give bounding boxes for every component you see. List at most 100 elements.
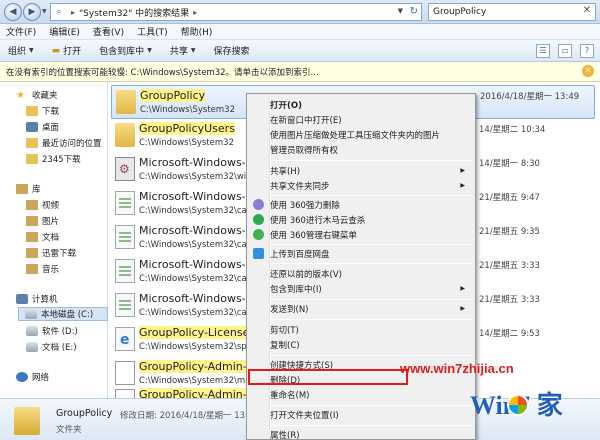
save-search-button[interactable]: 保存搜索 (213, 44, 249, 57)
clear-search-icon[interactable]: ✕ (583, 5, 591, 16)
menu-item-360-manage-menu[interactable]: 使用 360管理右键菜单 (249, 227, 473, 242)
menu-item-open-location[interactable]: 打开文件夹位置(I) (249, 407, 473, 422)
submenu-arrow-icon: ▶ (460, 167, 465, 174)
help-icon[interactable]: ? (580, 44, 594, 58)
open-label: 打开 (63, 47, 82, 57)
menu-edit[interactable]: 编辑(E) (49, 25, 80, 38)
address-bar[interactable]: ⌕ ▸ "System32" 中的搜索结果 ▸ ▼ ↻ (50, 3, 422, 21)
menu-item-share[interactable]: 共享(H) ▶ (249, 163, 473, 178)
nav-network[interactable]: 网络 (16, 370, 49, 384)
folder-icon (116, 90, 136, 114)
nav-pictures[interactable]: 图片 (26, 214, 59, 228)
library-icon (16, 184, 28, 194)
share-label: 共享 (169, 47, 188, 57)
file-path: C:\Windows\System32 (140, 105, 235, 115)
watermark-url: www.win7zhijia.cn (400, 361, 514, 376)
file-date: 14/星期二 9:53 (479, 329, 540, 339)
drive-icon (26, 342, 38, 352)
documents-library-icon (26, 232, 38, 242)
shredder-icon (253, 199, 264, 210)
nav-documents[interactable]: 文档 (26, 230, 59, 244)
share-button[interactable]: 共享 ▼ (170, 44, 196, 57)
view-options-icon[interactable]: ☰ (536, 44, 550, 58)
menu-separator (271, 263, 471, 264)
index-info-bar[interactable]: 在没有索引的位置搜索可能较慢: C:\Windows\System32。请单击以… (0, 62, 600, 82)
breadcrumb-separator-icon[interactable]: ▸ (71, 8, 75, 17)
nav-desktop[interactable]: 桌面 (26, 120, 59, 134)
menu-item-open-new-window[interactable]: 在新窗口中打开(E) (249, 112, 473, 127)
windows-logo-icon (507, 394, 529, 416)
menu-tools[interactable]: 工具(T) (137, 25, 168, 38)
menu-item-baidu-upload[interactable]: 上传到百度网盘 (249, 246, 473, 261)
menu-item-360-trojan-scan[interactable]: 使用 360进行木马云查杀 (249, 212, 473, 227)
menu-view[interactable]: 查看(V) (93, 25, 124, 38)
menu-item-copy[interactable]: 复制(C) (249, 337, 473, 352)
nav-computer[interactable]: 计算机 (16, 292, 58, 306)
breadcrumb-separator-icon[interactable]: ▸ (193, 8, 197, 17)
navigation-pane: ★ 收藏夹 下载 桌面 最近访问的位置 2345下载 库 视频 图片 文档 迅雷下… (0, 82, 108, 398)
context-menu: 打开(O) 在新窗口中打开(E) 使用图片压缩做处理工具压缩文件夹内的图片 管理… (246, 93, 476, 440)
file-path: C:\Windows\System32\catr (139, 206, 254, 216)
menu-item-open[interactable]: 打开(O) (249, 97, 473, 112)
menu-item-rename[interactable]: 重命名(M) (249, 387, 473, 402)
nav-music[interactable]: 音乐 (26, 262, 59, 276)
include-in-library-button[interactable]: 包含到库中 ▼ (99, 44, 152, 57)
command-toolbar: 组织 ▼ ▬ 打开 包含到库中 ▼ 共享 ▼ 保存搜索 ☰ ▭ ? (0, 40, 600, 62)
address-chevron-down-icon[interactable]: ▼ (398, 7, 403, 15)
xml-file-icon (115, 327, 135, 351)
menu-help[interactable]: 帮助(H) (181, 25, 213, 38)
organize-button[interactable]: 组织 ▼ (8, 44, 34, 57)
menu-item-compress-pictures[interactable]: 使用图片压缩做处理工具压缩文件夹内的图片 (249, 127, 473, 142)
cloud-icon (253, 248, 264, 259)
search-input[interactable]: GroupPolicy ✕ (428, 3, 596, 21)
close-icon[interactable]: ✕ (582, 65, 594, 77)
file-name: GroupPolicy-Admin-G (139, 388, 256, 398)
file-path: C:\Windows\System32\win (139, 172, 252, 182)
nav-libraries[interactable]: 库 (16, 182, 41, 196)
video-library-icon (26, 200, 38, 210)
nav-local-disk-c[interactable]: 本地磁盘 (C:) (18, 307, 108, 321)
menu-item-properties[interactable]: 属性(R) (249, 427, 473, 440)
file-path: C:\Windows\System32\catr (139, 274, 254, 284)
computer-icon (16, 294, 28, 304)
preview-pane-icon[interactable]: ▭ (558, 44, 572, 58)
menu-item-restore-previous[interactable]: 还原以前的版本(V) (249, 266, 473, 281)
file-icon (115, 389, 135, 398)
menu-item-share-sync[interactable]: 共享文件夹同步 ▶ (249, 178, 473, 193)
nav-soft-d[interactable]: 软件 (D:) (26, 324, 78, 338)
menu-separator (271, 160, 471, 161)
submenu-arrow-icon: ▶ (460, 285, 465, 292)
forward-button[interactable]: ▶ (23, 3, 41, 21)
file-name: GroupPolicy-Admin-G (139, 360, 256, 373)
file-date: 21/星期五 9:47 (479, 193, 540, 203)
menu-item-take-ownership[interactable]: 管理员取得所有权 (249, 142, 473, 157)
nav-downloads[interactable]: 下载 (26, 104, 59, 118)
chevron-down-icon: ▼ (190, 47, 196, 54)
star-icon: ★ (16, 90, 25, 101)
menu-file[interactable]: 文件(F) (6, 25, 36, 38)
nav-xunlei[interactable]: 迅雷下载 (26, 246, 76, 260)
recent-pages-chevron-down-icon[interactable]: ▼ (42, 8, 47, 15)
file-name: Microsoft-Windows-G (139, 156, 255, 169)
nav-videos[interactable]: 视频 (26, 198, 59, 212)
file-icon (115, 361, 135, 385)
details-modified: 修改日期: 2016/4/18/星期一 13:49 (120, 411, 259, 421)
menu-separator (271, 319, 471, 320)
menu-item-include-library[interactable]: 包含到库中(I) ▶ (249, 281, 473, 296)
file-date: 14/星期二 10:34 (479, 125, 546, 135)
nav-2345-downloads[interactable]: 2345下载 (26, 152, 81, 166)
open-button[interactable]: ▬ 打开 (52, 44, 82, 58)
menu-item-cut[interactable]: 剪切(T) (249, 322, 473, 337)
360-icon (253, 229, 264, 240)
details-name: GroupPolicy (56, 408, 113, 419)
back-button[interactable]: ◀ (4, 3, 22, 21)
nav-recent[interactable]: 最近访问的位置 (26, 136, 102, 150)
refresh-icon[interactable]: ↻ (410, 6, 418, 17)
folder-icon (26, 106, 38, 116)
menu-item-send-to[interactable]: 发送到(N) ▶ (249, 301, 473, 316)
menu-item-360-force-delete[interactable]: 使用 360强力删除 (249, 197, 473, 212)
shield-icon (253, 214, 264, 225)
catalog-file-icon (115, 191, 135, 215)
nav-favorites[interactable]: ★ 收藏夹 (16, 88, 58, 102)
nav-docs-e[interactable]: 文档 (E:) (26, 340, 77, 354)
